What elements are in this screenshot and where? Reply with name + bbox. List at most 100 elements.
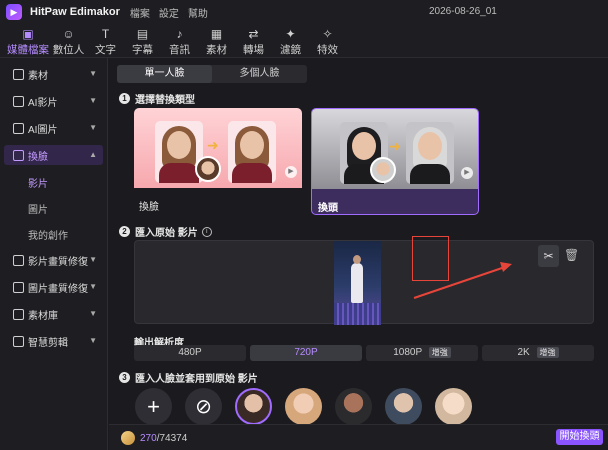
step-3-heading: 3 匯入人臉並套用到原始 影片 <box>119 370 258 385</box>
tool-transition[interactable]: ⇄ 轉場 <box>235 24 272 57</box>
swap-type-face[interactable]: ➜ ▶ 換臉 <box>134 108 302 215</box>
head-swap-preview-image: ➜ ▶ <box>312 109 478 189</box>
enhance-badge: 增強 <box>536 347 559 358</box>
project-name: 2026-08-26_01 <box>429 6 497 17</box>
arrow-icon: ➜ <box>207 137 219 153</box>
add-face-button[interactable]: + <box>135 388 172 425</box>
step-1-heading: 1 選擇替換類型 <box>119 91 195 106</box>
menu-help[interactable]: 幫助 <box>188 5 208 20</box>
app-logo: ▶ <box>6 4 22 20</box>
tool-text[interactable]: T 文字 <box>87 24 124 57</box>
face-option[interactable] <box>235 388 272 425</box>
play-icon: ▶ <box>461 167 473 179</box>
face-option[interactable] <box>285 388 322 425</box>
chevron-down-icon: ▼ <box>89 309 97 318</box>
main-toolbar: ▣ 媒體檔案 ☺ 數位人 T 文字 ▤ 字幕 ♪ 音訊 ▦ 素材 ⇄ 轉場 ✦ … <box>0 24 608 58</box>
face-picker: + ⊘ <box>135 388 472 425</box>
tab-single-face[interactable]: 單一人臉 <box>117 65 212 83</box>
face-option[interactable] <box>335 388 372 425</box>
resolution-720p[interactable]: 720P <box>250 345 362 361</box>
folder-icon <box>13 68 24 80</box>
trash-icon: 🗑 <box>564 248 580 262</box>
step-number: 3 <box>119 372 130 383</box>
tool-subtitle[interactable]: ▤ 字幕 <box>124 24 161 57</box>
sidebar-subitem-video[interactable]: 影片 <box>4 172 103 192</box>
face-swap-panel: 單一人臉 多個人臉 1 選擇替換類型 ➜ ▶ 換臉 ➜ ▶ 換頭 2 匯入原始 … <box>109 58 608 450</box>
bottom-bar: 270 /74374 開始換頭 <box>109 424 608 450</box>
sidebar-item-library[interactable]: 素材庫 ▼ <box>4 304 103 324</box>
chevron-up-icon: ▲ <box>89 150 97 159</box>
face-swap-preview-image: ➜ ▶ <box>134 108 302 188</box>
credits-display: 270 /74374 <box>121 431 187 445</box>
subtitle-icon: ▤ <box>136 27 149 41</box>
chevron-down-icon: ▼ <box>89 336 97 345</box>
prohibit-icon: ⊘ <box>195 396 212 418</box>
ai-video-icon <box>13 95 24 107</box>
scissors-icon: ✂ <box>543 249 554 263</box>
trim-button[interactable]: ✂ <box>538 245 559 267</box>
coin-icon <box>121 431 135 445</box>
face-mode-tabs: 單一人臉 多個人臉 <box>117 65 307 83</box>
swap-type-head[interactable]: ➜ ▶ 換頭 <box>311 108 479 215</box>
chevron-down-icon: ▼ <box>89 282 97 291</box>
sidebar-item-face-swap[interactable]: 換臉 ▲ <box>4 145 103 165</box>
video-thumbnail <box>334 241 381 325</box>
face-option[interactable] <box>385 388 422 425</box>
info-icon[interactable]: i <box>201 226 212 237</box>
chevron-down-icon: ▼ <box>89 69 97 78</box>
title-bar: ▶ HitPaw Edimakor 檔案 設定 幫助 2026-08-26_01 <box>0 0 608 24</box>
app-name: HitPaw Edimakor <box>30 6 120 18</box>
source-face-thumbnail <box>195 156 221 182</box>
menu-settings[interactable]: 設定 <box>159 5 179 20</box>
enhance-badge: 增強 <box>428 347 451 358</box>
resolution-options: 480P 720P 1080P 增強 2K 增強 <box>134 345 594 361</box>
sidebar: 素材 ▼ AI影片 ▼ AI圖片 ▼ 換臉 ▲ 影片 圖片 我的創作 影片畫質修… <box>0 58 108 450</box>
step-2-heading: 2 匯入原始 影片 i <box>119 224 212 239</box>
tool-avatar[interactable]: ☺ 數位人 <box>50 24 87 57</box>
tool-filter[interactable]: ✦ 濾鏡 <box>272 24 309 57</box>
sidebar-item-image-enhance[interactable]: 圖片畫質修復 ▼ <box>4 277 103 297</box>
smart-cut-icon <box>13 335 24 347</box>
play-icon: ▶ <box>285 166 297 178</box>
assets-icon: ▦ <box>210 27 223 41</box>
menu-bar: 檔案 設定 幫助 <box>130 5 217 20</box>
chevron-down-icon: ▼ <box>89 96 97 105</box>
step-number: 2 <box>119 226 130 237</box>
no-face-button[interactable]: ⊘ <box>185 388 222 425</box>
sidebar-subitem-image[interactable]: 圖片 <box>4 198 103 218</box>
sidebar-item-ai-image[interactable]: AI圖片 ▼ <box>4 118 103 138</box>
plus-icon: + <box>147 393 160 419</box>
tool-audio[interactable]: ♪ 音訊 <box>161 24 198 57</box>
start-head-swap-button[interactable]: 開始換頭 <box>556 429 603 445</box>
tool-assets[interactable]: ▦ 素材 <box>198 24 235 57</box>
library-icon <box>13 308 24 320</box>
filter-icon: ✦ <box>285 27 296 41</box>
resolution-480p[interactable]: 480P <box>134 345 246 361</box>
avatar-icon: ☺ <box>62 27 75 41</box>
source-face-thumbnail <box>370 157 396 183</box>
resolution-2k[interactable]: 2K 增強 <box>482 345 594 361</box>
step-number: 1 <box>119 93 130 104</box>
text-icon: T <box>101 27 110 41</box>
video-import-area[interactable]: ✂ 🗑 <box>134 240 594 325</box>
chevron-down-icon: ▼ <box>89 123 97 132</box>
face-swap-icon <box>13 149 24 161</box>
tool-media[interactable]: ▣ 媒體檔案 <box>6 24 50 57</box>
resolution-1080p[interactable]: 1080P 增強 <box>366 345 478 361</box>
face-option[interactable] <box>435 388 472 425</box>
sidebar-item-video-enhance[interactable]: 影片畫質修復 ▼ <box>4 250 103 270</box>
tab-multi-face[interactable]: 多個人臉 <box>212 65 307 83</box>
media-icon: ▣ <box>22 27 34 41</box>
video-enhance-icon <box>13 254 24 266</box>
effects-icon: ✧ <box>322 27 333 41</box>
delete-button[interactable]: 🗑 <box>564 247 580 264</box>
chevron-down-icon: ▼ <box>89 255 97 264</box>
sidebar-item-smart-cut[interactable]: 智慧剪輯 ▼ <box>4 331 103 351</box>
sidebar-subitem-my-creations[interactable]: 我的創作 <box>4 224 103 244</box>
tool-effects[interactable]: ✧ 特效 <box>309 24 346 57</box>
image-enhance-icon <box>13 281 24 293</box>
sidebar-item-assets[interactable]: 素材 ▼ <box>4 64 103 84</box>
transition-icon: ⇄ <box>248 27 259 41</box>
sidebar-item-ai-video[interactable]: AI影片 ▼ <box>4 91 103 111</box>
menu-file[interactable]: 檔案 <box>130 5 150 20</box>
